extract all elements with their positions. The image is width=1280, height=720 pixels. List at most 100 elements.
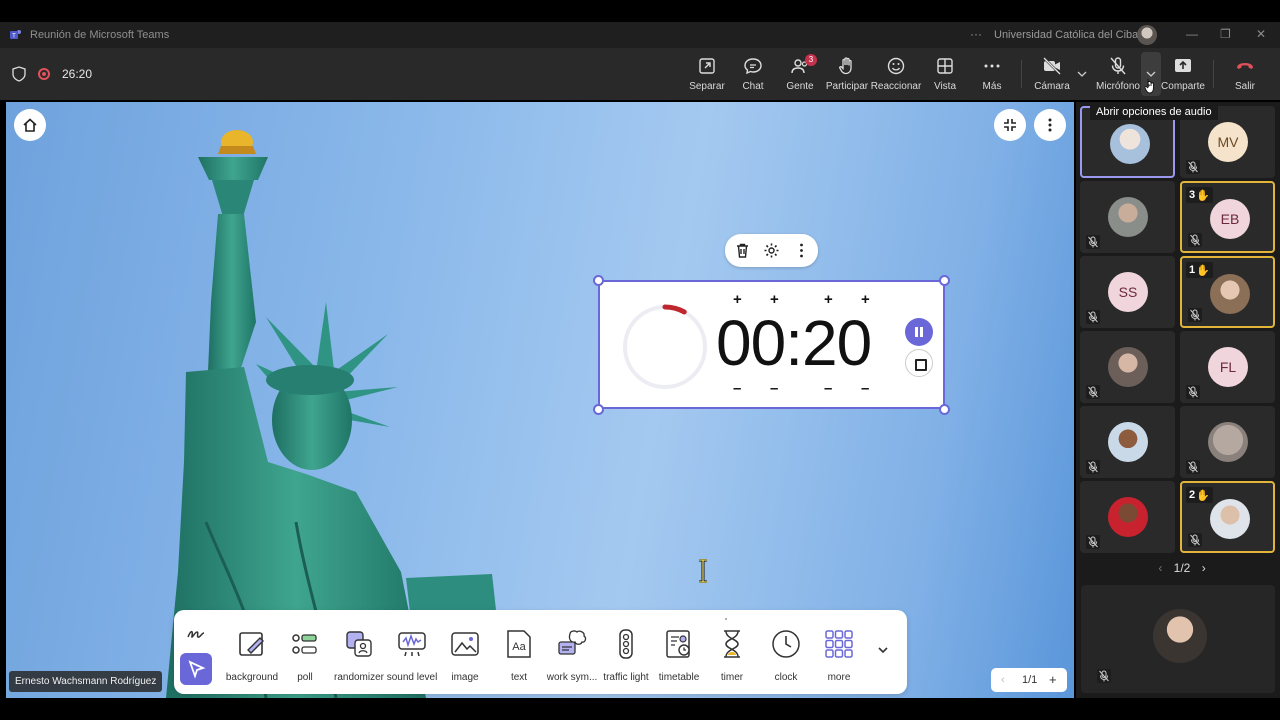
mas-button[interactable]: Más bbox=[966, 56, 1018, 92]
add-page-icon[interactable]: + bbox=[1049, 672, 1057, 687]
tool-randomizer[interactable]: randomizer bbox=[329, 628, 389, 683]
camera-options-chevron-icon[interactable] bbox=[1077, 69, 1087, 79]
minimize-icon[interactable]: — bbox=[1186, 27, 1198, 41]
resize-handle-top-left[interactable] bbox=[593, 275, 604, 286]
home-button[interactable] bbox=[14, 109, 46, 141]
tray-expand-chevron-icon[interactable] bbox=[876, 643, 890, 657]
gallery-prev-icon[interactable]: ‹ bbox=[1158, 561, 1162, 575]
muted-indicator bbox=[1188, 233, 1202, 247]
poll-icon bbox=[292, 634, 317, 654]
chat-button[interactable]: Chat bbox=[727, 56, 779, 92]
tool-work-symbols[interactable]: work sym... bbox=[542, 628, 602, 683]
toolbar-divider bbox=[1021, 60, 1022, 88]
muted-indicator bbox=[1186, 385, 1200, 399]
tool-label: text bbox=[510, 672, 528, 683]
gallery-next-icon[interactable]: › bbox=[1202, 561, 1206, 575]
participant-tile[interactable]: EB 3 ✋ bbox=[1180, 181, 1275, 253]
participant-tile[interactable]: FL bbox=[1180, 331, 1275, 403]
decrement-seconds-ones-button[interactable]: – bbox=[861, 380, 869, 397]
sound-level-icon bbox=[398, 632, 426, 657]
self-video-tile[interactable] bbox=[1081, 585, 1275, 693]
resize-handle-bottom-left[interactable] bbox=[593, 404, 604, 415]
stage-more-button[interactable] bbox=[1034, 109, 1066, 141]
timer-display: 00:20 bbox=[716, 307, 872, 379]
vista-button[interactable]: Vista bbox=[919, 56, 971, 92]
participants-gallery: MV EB 3 ✋ SS 1 ✋ FL 2 ✋ ‹ 1/2 › bbox=[1076, 102, 1280, 698]
trash-icon[interactable] bbox=[734, 242, 751, 259]
cursor-arrow-icon bbox=[188, 660, 206, 679]
work-symbols-icon bbox=[558, 630, 587, 655]
participant-tile[interactable] bbox=[1080, 481, 1175, 553]
close-icon[interactable]: ✕ bbox=[1256, 27, 1266, 41]
tool-timetable[interactable]: timetable bbox=[649, 628, 709, 683]
image-icon bbox=[451, 632, 479, 656]
microfono-button[interactable]: Micrófono bbox=[1092, 56, 1144, 92]
account-avatar[interactable] bbox=[1137, 25, 1157, 45]
hand-cursor-icon bbox=[1144, 79, 1154, 94]
mic-off-icon bbox=[1188, 161, 1198, 173]
apps-grid-icon bbox=[825, 630, 853, 658]
participant-tile[interactable] bbox=[1180, 406, 1275, 478]
gallery-pager: ‹ 1/2 › bbox=[1152, 561, 1212, 575]
tool-sound-level[interactable]: sound level bbox=[382, 628, 442, 683]
separar-label: Separar bbox=[689, 81, 725, 92]
participant-avatar: MV bbox=[1208, 122, 1248, 162]
participar-button[interactable]: Participar bbox=[821, 56, 873, 92]
restore-icon[interactable]: ❐ bbox=[1220, 27, 1231, 41]
tool-clock[interactable]: clock bbox=[756, 628, 816, 683]
widget-more-icon[interactable] bbox=[793, 242, 810, 259]
salir-button[interactable]: Salir bbox=[1219, 56, 1271, 92]
participant-tile[interactable] bbox=[1080, 406, 1175, 478]
window-titlebar: T Reunión de Microsoft Teams ··· Univers… bbox=[0, 22, 1280, 48]
resize-handle-top-right[interactable] bbox=[939, 275, 950, 286]
text-icon: Aa bbox=[507, 630, 531, 658]
org-more-icon[interactable]: ··· bbox=[970, 27, 982, 41]
svg-text:T: T bbox=[12, 34, 16, 40]
timer-progress-ring bbox=[623, 304, 707, 389]
resize-handle-bottom-right[interactable] bbox=[939, 404, 950, 415]
participant-tile[interactable]: 1 ✋ bbox=[1180, 256, 1275, 328]
chat-label: Chat bbox=[742, 81, 764, 92]
mic-off-icon bbox=[1188, 461, 1198, 473]
participant-tile[interactable]: SS bbox=[1080, 256, 1175, 328]
participant-tile[interactable]: 2 ✋ bbox=[1180, 481, 1275, 553]
participant-avatar bbox=[1108, 422, 1148, 462]
tool-background[interactable]: background bbox=[222, 628, 282, 683]
settings-gear-icon[interactable] bbox=[763, 242, 780, 259]
tool-text[interactable]: Aa text bbox=[489, 628, 549, 683]
toolbar-divider bbox=[1213, 60, 1214, 88]
tool-timer[interactable]: timer bbox=[702, 628, 762, 683]
participant-avatar: EB bbox=[1210, 199, 1250, 239]
muted-indicator bbox=[1086, 385, 1100, 399]
stop-button[interactable] bbox=[905, 349, 933, 377]
tool-poll[interactable]: poll bbox=[275, 628, 335, 683]
gente-button[interactable]: 3 Gente bbox=[774, 54, 826, 92]
grid-view-icon bbox=[937, 58, 953, 74]
muted-indicator bbox=[1186, 460, 1200, 474]
participant-tile[interactable] bbox=[1080, 181, 1175, 253]
separar-button[interactable]: Separar bbox=[681, 56, 733, 92]
decrement-seconds-tens-button[interactable]: – bbox=[824, 380, 832, 397]
tool-more[interactable]: more bbox=[809, 628, 869, 683]
select-tool-button[interactable] bbox=[180, 653, 212, 685]
camara-button[interactable]: Cámara bbox=[1026, 56, 1078, 92]
tool-label: sound level bbox=[386, 672, 438, 683]
meeting-elapsed-time: 26:20 bbox=[62, 67, 93, 81]
exit-fullscreen-button[interactable] bbox=[994, 109, 1026, 141]
comparte-button[interactable]: Comparte bbox=[1157, 56, 1209, 92]
tool-label: traffic light bbox=[603, 672, 649, 683]
shield-icon[interactable] bbox=[12, 66, 26, 82]
organization-name[interactable]: Universidad Católica del Cibao bbox=[994, 29, 1144, 41]
draw-tool-icon[interactable] bbox=[186, 624, 206, 644]
decrement-minutes-tens-button[interactable]: – bbox=[733, 380, 741, 397]
tool-traffic-light[interactable]: traffic light bbox=[596, 628, 656, 683]
more-icon bbox=[984, 64, 1000, 68]
decrement-minutes-ones-button[interactable]: – bbox=[770, 380, 778, 397]
tool-image[interactable]: image bbox=[435, 628, 495, 683]
reaccionar-button[interactable]: Reaccionar bbox=[870, 56, 922, 92]
participant-tile[interactable] bbox=[1080, 331, 1175, 403]
timer-widget[interactable]: + + + + 00:20 – – – – bbox=[598, 280, 945, 409]
mic-off-icon bbox=[1088, 236, 1098, 248]
prev-page-icon[interactable]: ‹ bbox=[1001, 674, 1005, 686]
pause-button[interactable] bbox=[905, 318, 933, 346]
